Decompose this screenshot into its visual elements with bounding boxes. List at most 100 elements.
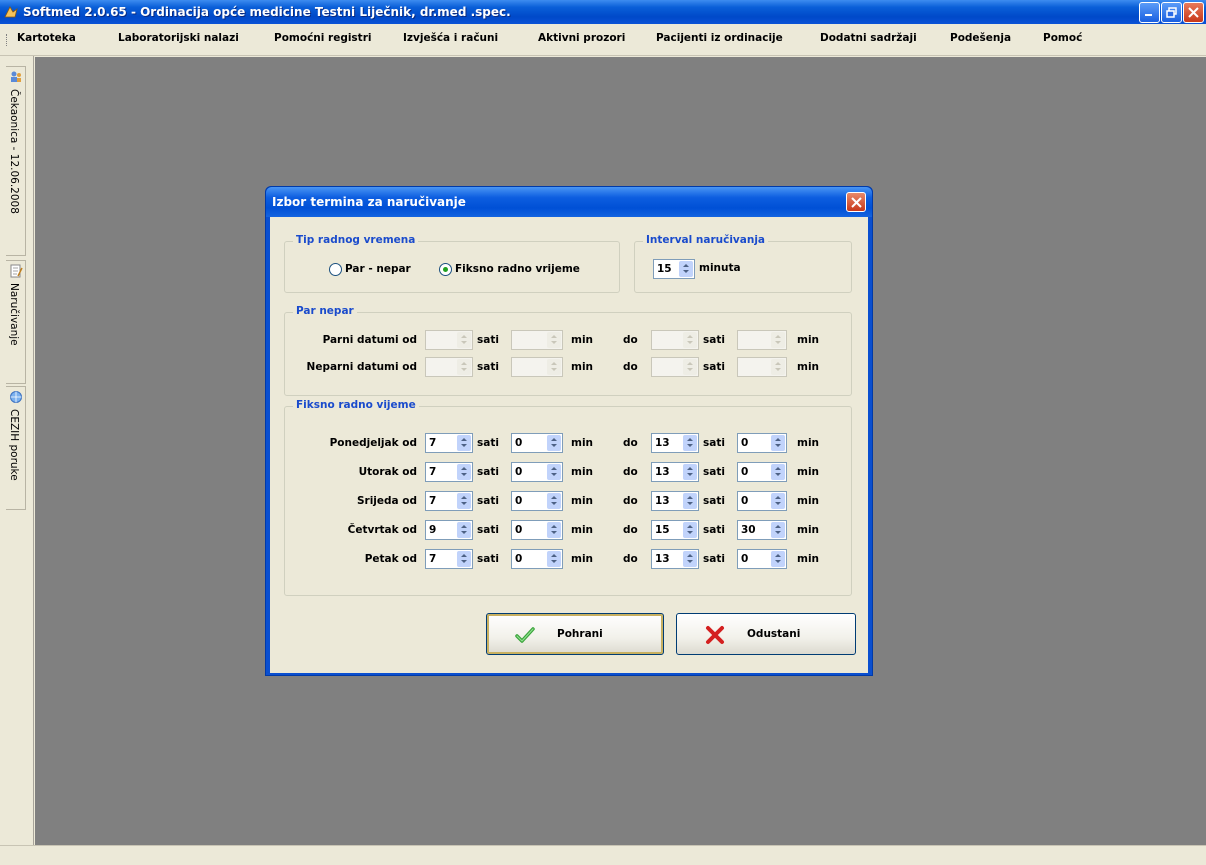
interval-spinner[interactable]: 15 [653, 259, 695, 279]
waiting-room-icon [11, 71, 21, 82]
parni-from-minutes [511, 330, 563, 350]
unit-min: min [797, 437, 820, 449]
unit-min: min [571, 334, 594, 346]
neparni-label: Neparni datumi od [306, 361, 417, 373]
menu-podesenja[interactable]: Podešenja [950, 32, 1011, 44]
time-spinner-to-m[interactable]: 0 [737, 491, 787, 511]
time-value: 0 [741, 553, 749, 565]
time-spinner-from-m[interactable]: 0 [511, 491, 563, 511]
interval-value: 15 [657, 263, 672, 275]
time-value: 13 [655, 495, 670, 507]
time-spinner-from-m[interactable]: 0 [511, 433, 563, 453]
dialog-close-button[interactable] [846, 192, 866, 212]
time-spinner-from-h[interactable]: 9 [425, 520, 473, 540]
unit-sati: sati [477, 437, 499, 449]
save-button-label: Pohrani [557, 628, 603, 640]
spinner-arrows-icon[interactable] [771, 464, 785, 480]
menu-pomocni-registri[interactable]: Pomoćni registri [274, 32, 371, 44]
spinner-arrows-icon[interactable] [457, 435, 471, 451]
radio-par-nepar-label[interactable]: Par - nepar [345, 263, 411, 275]
unit-do: do [623, 437, 638, 449]
menu-kartoteka[interactable]: Kartoteka [17, 32, 76, 44]
time-spinner-to-m[interactable]: 0 [737, 462, 787, 482]
time-value: 0 [741, 466, 749, 478]
time-spinner-from-h[interactable]: 7 [425, 491, 473, 511]
unit-sati: sati [703, 334, 725, 346]
spinner-arrows-icon[interactable] [771, 551, 785, 567]
spinner-arrows-icon[interactable] [457, 493, 471, 509]
time-spinner-to-h[interactable]: 13 [651, 491, 699, 511]
spinner-arrows-icon[interactable] [771, 493, 785, 509]
time-spinner-from-m[interactable]: 0 [511, 520, 563, 540]
time-spinner-from-h[interactable]: 7 [425, 462, 473, 482]
unit-sati: sati [477, 553, 499, 565]
unit-sati: sati [477, 524, 499, 536]
time-value: 7 [429, 466, 437, 478]
spinner-arrows-icon[interactable] [547, 551, 561, 567]
time-value: 7 [429, 437, 437, 449]
time-value: 0 [515, 495, 523, 507]
unit-min: min [571, 361, 594, 373]
tab-narucivanje[interactable]: Naručivanje [6, 260, 26, 384]
menu-aktivni-prozori[interactable]: Aktivni prozori [538, 32, 625, 44]
parni-to-minutes [737, 330, 787, 350]
spinner-arrows-icon[interactable] [771, 522, 785, 538]
time-value: 13 [655, 553, 670, 565]
time-spinner-from-h[interactable]: 7 [425, 433, 473, 453]
spinner-arrows-icon[interactable] [547, 464, 561, 480]
fixed-hours-legend: Fiksno radno vijeme [293, 399, 419, 411]
radio-fiksno-label[interactable]: Fiksno radno vrijeme [455, 263, 580, 275]
unit-min: min [571, 495, 594, 507]
spinner-arrows-icon[interactable] [683, 464, 697, 480]
radio-par-nepar[interactable] [329, 263, 342, 276]
spinner-arrows-icon[interactable] [683, 522, 697, 538]
unit-min: min [571, 524, 594, 536]
time-value: 7 [429, 553, 437, 565]
menu-izvjesca-i-racuni[interactable]: Izvješća i računi [403, 32, 498, 44]
spinner-arrows-icon[interactable] [457, 464, 471, 480]
menu-dodatni-sadrzaji[interactable]: Dodatni sadržaji [820, 32, 917, 44]
spinner-arrows-icon[interactable] [683, 493, 697, 509]
time-spinner-to-m[interactable]: 0 [737, 433, 787, 453]
spinner-arrows-icon[interactable] [683, 435, 697, 451]
spinner-arrows-icon[interactable] [547, 522, 561, 538]
unit-sati: sati [477, 334, 499, 346]
time-spinner-to-m[interactable]: 0 [737, 549, 787, 569]
time-spinner-from-h[interactable]: 7 [425, 549, 473, 569]
cancel-button[interactable]: Odustani [676, 613, 856, 655]
close-button[interactable] [1183, 2, 1204, 23]
radio-fiksno[interactable] [439, 263, 452, 276]
unit-min: min [797, 524, 820, 536]
work-type-group: Tip radnog vremena Par - nepar Fiksno ra… [284, 234, 620, 293]
unit-do: do [623, 495, 638, 507]
restore-button[interactable] [1161, 2, 1182, 23]
par-nepar-legend: Par nepar [293, 305, 357, 317]
minimize-button[interactable] [1139, 2, 1160, 23]
time-spinner-to-h[interactable]: 13 [651, 433, 699, 453]
time-value: 30 [741, 524, 756, 536]
spinner-arrows-icon[interactable] [683, 551, 697, 567]
time-spinner-to-h[interactable]: 15 [651, 520, 699, 540]
time-spinner-to-m[interactable]: 30 [737, 520, 787, 540]
time-spinner-to-h[interactable]: 13 [651, 462, 699, 482]
spinner-arrows-icon[interactable] [547, 435, 561, 451]
dialog-title-bar: Izbor termina za naručivanje [266, 187, 872, 217]
unit-min: min [797, 553, 820, 565]
save-button[interactable]: Pohrani [486, 613, 664, 655]
spinner-arrows-icon[interactable] [457, 522, 471, 538]
time-spinner-from-m[interactable]: 0 [511, 549, 563, 569]
time-spinner-from-m[interactable]: 0 [511, 462, 563, 482]
menu-laboratorijski-nalazi[interactable]: Laboratorijski nalazi [118, 32, 239, 44]
spinner-arrows-icon[interactable] [457, 551, 471, 567]
spinner-arrows-icon[interactable] [547, 493, 561, 509]
time-value: 13 [655, 437, 670, 449]
tab-cekaonica[interactable]: Čekaonica - 12.06.2008 [6, 66, 26, 256]
menu-pomoc[interactable]: Pomoć [1043, 32, 1082, 44]
spinner-arrows-icon[interactable] [679, 261, 693, 277]
side-tab-strip: Čekaonica - 12.06.2008 Naručivanje CEZIH… [0, 56, 34, 845]
title-bar: Softmed 2.0.65 - Ordinacija opće medicin… [0, 0, 1206, 24]
menu-pacijenti-iz-ordinacije[interactable]: Pacijenti iz ordinacije [656, 32, 783, 44]
time-spinner-to-h[interactable]: 13 [651, 549, 699, 569]
tab-cezih-poruke[interactable]: CEZIH poruke [6, 386, 26, 510]
spinner-arrows-icon[interactable] [771, 435, 785, 451]
